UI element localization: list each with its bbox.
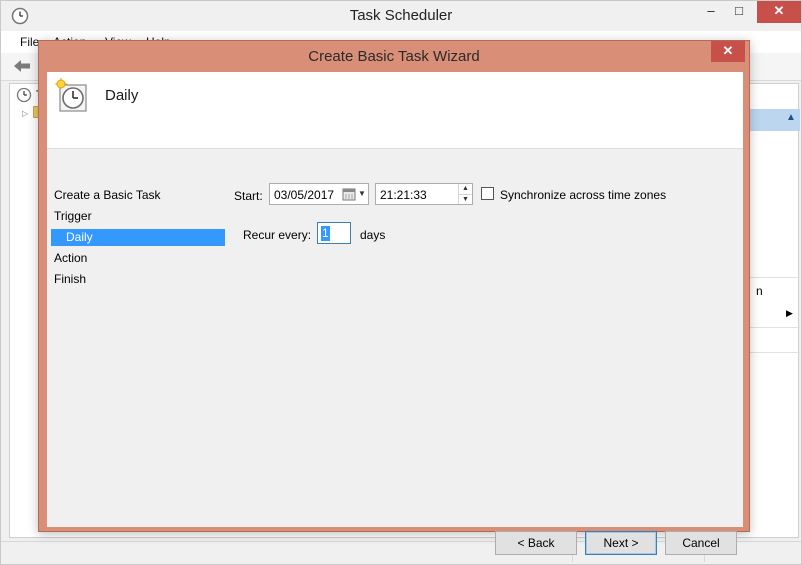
spin-up-button[interactable]: ▲	[458, 184, 472, 194]
recur-label: Recur every:	[243, 228, 312, 242]
page-title: Daily	[105, 87, 139, 104]
actions-divider	[750, 277, 800, 278]
step-action[interactable]: Action	[51, 250, 225, 267]
submenu-arrow-icon[interactable]: ▶	[786, 308, 793, 319]
calendar-icon[interactable]	[342, 187, 356, 201]
back-button[interactable]: < Back	[495, 531, 577, 555]
back-arrow-icon[interactable]	[13, 59, 31, 73]
header-divider	[47, 148, 743, 149]
main-window-title: Task Scheduler	[349, 7, 453, 24]
spin-down-button[interactable]: ▼	[458, 194, 472, 204]
dialog-title: Create Basic Task Wizard	[308, 48, 480, 65]
step-create-basic-task[interactable]: Create a Basic Task	[51, 187, 225, 204]
actions-divider	[750, 352, 800, 353]
next-button[interactable]: Next >	[585, 531, 657, 555]
collapse-arrow-icon[interactable]: ▲	[786, 112, 796, 123]
step-daily[interactable]: Daily	[51, 229, 225, 246]
create-basic-task-dialog: Create Basic Task Wizard ✕ Daily Create …	[38, 40, 750, 555]
start-date-value: 03/05/2017	[274, 188, 335, 202]
sync-time-zones-label[interactable]: Synchronize across time zones	[500, 188, 666, 202]
dialog-client: Daily Create a Basic Task Trigger Daily …	[47, 72, 743, 555]
main-close-button[interactable]: ✕	[757, 1, 801, 23]
actions-item-label[interactable]: n	[756, 284, 763, 298]
task-wizard-icon	[54, 77, 87, 112]
maximize-button[interactable]: □	[725, 1, 753, 23]
menu-file[interactable]: File	[20, 35, 39, 49]
sync-time-zones-checkbox[interactable]	[481, 187, 494, 200]
tree-expander-icon[interactable]: ▷	[22, 109, 28, 118]
dialog-titlebar[interactable]: Create Basic Task Wizard ✕	[39, 41, 749, 72]
dropdown-arrow-icon[interactable]: ▼	[358, 189, 366, 198]
start-time-value: 21:21:33	[380, 188, 427, 202]
actions-divider	[750, 327, 800, 328]
start-time-spinner[interactable]: 21:21:33 ▲ ▼	[375, 183, 473, 205]
step-finish[interactable]: Finish	[51, 271, 225, 288]
cancel-button[interactable]: Cancel	[665, 531, 737, 555]
main-titlebar: Task Scheduler – □ ✕	[1, 1, 801, 31]
step-trigger[interactable]: Trigger	[51, 208, 225, 225]
recur-days-input[interactable]: 1	[317, 222, 351, 244]
start-label: Start:	[234, 189, 263, 203]
start-date-picker[interactable]: 03/05/2017 ▼	[269, 183, 369, 205]
recur-days-value: 1	[321, 226, 330, 241]
clock-icon	[16, 87, 32, 103]
minimize-button[interactable]: –	[697, 1, 725, 23]
dialog-header: Daily	[47, 72, 743, 148]
dialog-close-button[interactable]: ✕	[711, 41, 745, 62]
recur-unit-label: days	[360, 228, 386, 242]
status-segment	[11, 544, 573, 562]
